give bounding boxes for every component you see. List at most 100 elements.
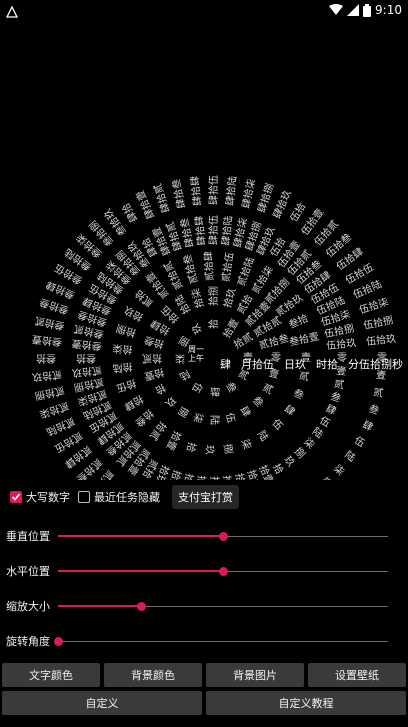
alipay-donate-button[interactable]: 支付宝打赏 [172,485,239,509]
clock-ring-numeral: 叁 [292,386,306,402]
clock-ring-numeral: 肆拾陆 [219,215,235,246]
clock-ring-numeral: 柒 [191,412,206,425]
signal-icon [347,4,360,16]
clock-ring-numeral: 贰 [333,377,345,392]
clock-center-label: 周一 上午 [188,345,204,363]
status-time: 9:10 [375,3,402,17]
clock-ring-numeral: 肆拾柒 [239,178,258,210]
slider-rotation: 旋转角度 [6,631,400,651]
clock-ring-numeral: 贰拾伍 [219,251,236,283]
text-color-button[interactable]: 文字颜色 [2,663,100,687]
clock-ring-numeral: 拾玖 [121,303,145,324]
clock-ring-numeral: 拾贰 [147,419,170,443]
clock-ring-numeral: 贰拾玖 [31,368,62,384]
clock-ring-numeral: 叁 [250,393,266,409]
clock-ring-numeral: 拾柒 [189,287,207,310]
clock-ring-numeral: 伍拾捌 [362,313,394,332]
clock-current-time: 肆 月拾伍 日玖 时拾 分伍拾捌秒 [220,356,403,372]
clock-ring-numeral: 拾伍 [208,476,221,480]
clock-ring-numeral: 贰拾叁 [180,253,200,285]
clock-ring-numeral: 伍拾玖 [365,332,396,348]
clock-ring-numeral: 叁拾 [36,352,56,365]
hide-recent-label: 最近任务隐藏 [94,491,160,504]
options-row: 大写数字 最近任务隐藏 支付宝打赏 [10,485,405,509]
bottom-buttons: 文字颜色 背景颜色 背景图片 设置壁纸 自定义 自定义教程 [2,663,406,715]
clock-ring-numeral: 伍 [270,417,286,433]
slider-track[interactable] [54,636,388,646]
clock-ring-numeral: 拾肆 [122,393,146,414]
slider-vertical-position: 垂直位置 [6,526,400,546]
slider-fill [58,534,223,537]
clock-ring-numeral: 拾伍 [115,377,138,395]
clock-weekday: 周一 [188,345,204,354]
clock-ring-numeral: 拾壹 [143,366,166,384]
clock-ring-numeral: 肆拾陆 [223,175,239,206]
hide-recent-checkbox[interactable] [78,491,90,503]
wifi-icon [329,4,344,16]
clock-ring-numeral: 玖 [188,321,204,336]
clock-ring-numeral: 肆 [360,419,374,434]
clock-ring-numeral: 拾玖 [221,287,239,310]
clock-ring-numeral: 叁拾壹 [31,333,62,349]
slider-label: 旋转角度 [6,635,50,648]
clock-ring-numeral: 陆 [342,448,358,464]
slider-scale: 缩放大小 [6,596,400,616]
clock-ring-numeral: 叁拾壹 [71,337,102,353]
status-icons: 9:10 [329,2,402,18]
slider-track[interactable] [58,601,388,611]
notification-icon [5,3,19,18]
clock-ring-numeral: 肆 [324,403,338,418]
clock-ring-numeral: 拾 [207,319,220,329]
slider-label: 缩放大小 [6,600,50,613]
clock-ring-numeral: 肆拾捌 [255,182,277,215]
clock-ring-numeral: 贰拾捌 [34,384,66,403]
uppercase-digits-option[interactable]: 大写数字 [10,489,70,505]
clock-ring-numeral: 肆拾伍 [207,175,220,205]
clock-ring-numeral: 肆 [282,403,297,419]
clock-ring-numeral: 拾 [184,441,199,454]
clock-ring-numeral: 叁拾 [76,352,96,365]
slider-track[interactable] [58,566,388,576]
clock-ring-numeral: 捌 [221,443,235,455]
clock-preview: 壹贰叁肆伍陆柒捌玖拾拾壹 拾贰零壹贰叁肆伍陆柒捌玖拾拾壹 拾贰 拾叁 拾肆 拾伍 拾陆 拾柒拾… [0,140,408,536]
clock-ring-numeral: 陆 [255,428,271,443]
clock-ring-numeral: 拾陆 [194,475,209,480]
clock-ring-numeral: 叁拾叁 [38,296,71,318]
clock-ring-numeral: 叁 [223,380,239,395]
slider-thumb[interactable] [219,566,228,576]
uppercase-digits-label: 大写数字 [26,491,70,504]
slider-thumb[interactable] [54,636,63,646]
uppercase-digits-checkbox[interactable] [10,491,22,503]
clock-ring-numeral: 贰 [372,385,384,400]
slider-fill [58,604,141,607]
clock-ring-numeral: 捌 [175,404,191,419]
set-wallpaper-button[interactable]: 设置壁纸 [308,663,406,687]
clock-ring-numeral: 肆 [237,404,252,419]
clock-hour-label: 时拾 [316,358,338,371]
slider-thumb[interactable] [219,531,228,541]
clock-ring-numeral: 肆拾叁 [169,178,188,210]
slider-label: 垂直位置 [6,530,50,543]
clock-ring-numeral: 贰 [260,380,275,396]
clock-ring-numeral: 拾柒 [112,342,133,357]
clock-ring-numeral: 叁拾贰 [34,314,66,333]
custom-button[interactable]: 自定义 [2,691,202,715]
battery-icon [363,3,372,17]
clock-ring-numeral: 叁拾 [287,311,311,331]
clock-ring-numeral: 肆拾肆 [188,175,204,206]
slider-fill [58,569,223,572]
clock-ring-numeral: 拾叁 [133,407,157,430]
slider-label: 水平位置 [6,565,50,578]
custom-tutorial-button[interactable]: 自定义教程 [206,691,406,715]
clock-ring-numeral: 拾贰 [142,352,162,365]
background-image-button[interactable]: 背景图片 [206,663,304,687]
clock-ring-numeral: 柒 [331,462,347,478]
slider-thumb[interactable] [136,601,146,611]
slider-track[interactable] [58,531,388,541]
clock-ring-numeral: 伍 [352,434,367,449]
clock-ring-numeral: 叁拾壹 [288,330,320,349]
hide-recent-option[interactable]: 最近任务隐藏 [78,489,160,505]
clock-ring-numeral: 陆 [177,367,192,383]
background-color-button[interactable]: 背景颜色 [104,663,202,687]
clock-ring-numeral: 拾壹 [164,429,184,453]
